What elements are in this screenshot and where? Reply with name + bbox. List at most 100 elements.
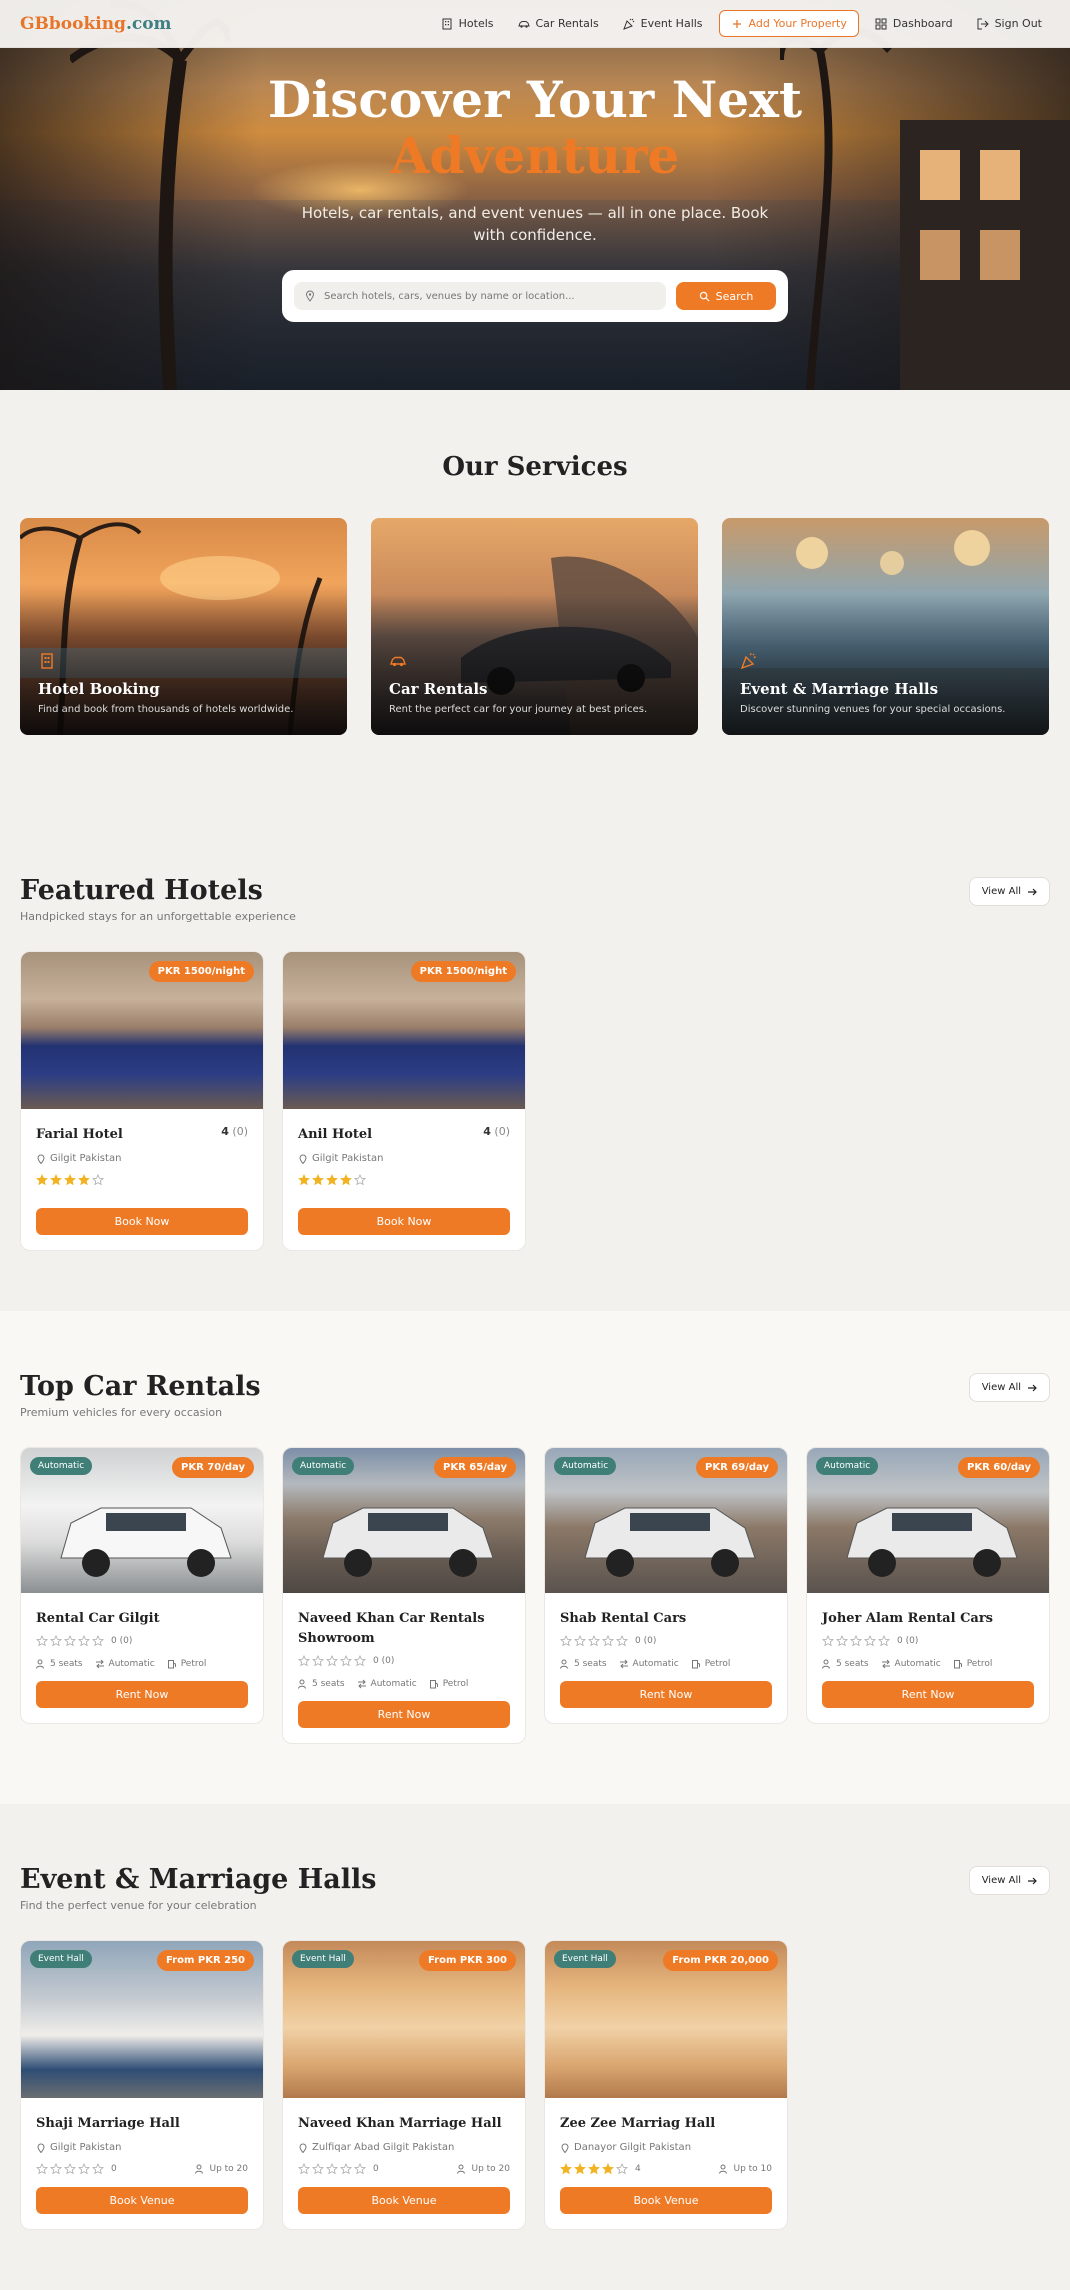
rent-now-button[interactable]: Rent Now: [36, 1681, 248, 1708]
hall-image: Event Hall From PKR 300: [283, 1941, 525, 2098]
hall-card[interactable]: Event Hall From PKR 20,000 Zee Zee Marriag…: [544, 1940, 788, 2230]
building-icon: [442, 18, 452, 29]
star-icon: [78, 1635, 90, 1647]
hero-title: Discover Your Next Adventure: [267, 70, 803, 185]
transmission-feature: Automatic: [95, 1659, 155, 1669]
search-input[interactable]: Search hotels, cars, venues by name or l…: [294, 282, 666, 310]
hall-name: Shaji Marriage Hall: [36, 2116, 180, 2131]
price-badge: PKR 65/day: [434, 1457, 516, 1478]
rent-now-button[interactable]: Rent Now: [560, 1681, 772, 1708]
service-card-hotel[interactable]: Hotel Booking Find and book from thousan…: [20, 518, 347, 735]
car-card[interactable]: Automatic PKR 65/day Naveed Khan Car Renta…: [282, 1447, 526, 1744]
nav-links: Hotels Car Rentals Event Halls Add Your …: [433, 10, 1050, 37]
hotel-card[interactable]: PKR 1500/night Anil Hotel 4 (0) Gilgit P…: [282, 951, 526, 1251]
car-features: 5 seats Automatic Petrol: [560, 1659, 772, 1669]
section-subtitle: Find the perfect venue for your celebrat…: [20, 1899, 257, 1912]
review-count: 0 (0): [897, 1636, 919, 1646]
nav-event-halls[interactable]: Event Halls: [615, 11, 711, 36]
view-all-halls-button[interactable]: View All: [968, 1866, 1050, 1895]
star-icon: [836, 1635, 848, 1647]
hall-image: Event Hall From PKR 20,000: [545, 1941, 787, 2098]
fuel-icon: [691, 1660, 700, 1669]
hotel-card[interactable]: PKR 1500/night Farial Hotel 4 (0) Gilgit…: [20, 951, 264, 1251]
nav-dashboard[interactable]: Dashboard: [867, 11, 961, 36]
star-icon: [92, 2163, 104, 2175]
service-title: Event & Marriage Halls: [740, 680, 939, 698]
view-all-hotels-button[interactable]: View All: [968, 877, 1050, 906]
hall-card[interactable]: Event Hall From PKR 300 Naveed Khan Marria…: [282, 1940, 526, 2230]
book-now-button[interactable]: Book Now: [36, 1208, 248, 1235]
hall-meta: 4 Up to 10: [560, 2163, 772, 2175]
section-title: Event & Marriage Halls: [20, 1864, 377, 1895]
star-icon: [92, 1174, 104, 1186]
service-card-car[interactable]: Car Rentals Rent the perfect car for you…: [371, 518, 698, 735]
car-card[interactable]: Automatic PKR 60/day Joher Alam Rental Car…: [806, 1447, 1050, 1724]
venue-type-tag: Event Hall: [554, 1950, 616, 1968]
event-halls-section: Event & Marriage Halls Find the perfect …: [0, 1804, 1070, 2290]
section-subtitle: Handpicked stays for an unforgettable ex…: [20, 910, 296, 923]
book-now-button[interactable]: Book Now: [298, 1208, 510, 1235]
search-placeholder: Search hotels, cars, venues by name or l…: [324, 290, 575, 302]
capacity: Up to 20: [457, 2164, 510, 2174]
nav-car-rentals[interactable]: Car Rentals: [510, 11, 607, 36]
star-icon: [588, 2163, 600, 2175]
view-all-cars-button[interactable]: View All: [968, 1373, 1050, 1402]
car-card[interactable]: Automatic PKR 70/day Rental Car Gilgit 0 (0…: [20, 1447, 264, 1724]
hotel-name: Farial Hotel: [36, 1127, 123, 1142]
star-icon: [354, 1655, 366, 1667]
car-icon: [517, 20, 530, 28]
hall-meta: 0 Up to 20: [36, 2163, 248, 2175]
star-icon: [340, 1655, 352, 1667]
fuel-feature: Petrol: [691, 1659, 730, 1669]
star-icon: [560, 1635, 572, 1647]
book-venue-button[interactable]: Book Venue: [298, 2187, 510, 2214]
capacity: Up to 20: [195, 2164, 248, 2174]
service-card-hall[interactable]: Event & Marriage Halls Discover stunning…: [722, 518, 1049, 735]
venue-type-tag: Event Hall: [292, 1950, 354, 1968]
rent-now-button[interactable]: Rent Now: [822, 1681, 1034, 1708]
section-header: Event & Marriage Halls Find the perfect …: [20, 1864, 1050, 1912]
nav-hotels[interactable]: Hotels: [433, 11, 502, 36]
hall-location: Danayor Gilgit Pakistan: [560, 2142, 772, 2153]
star-icon: [312, 2163, 324, 2175]
star-icon: [822, 1635, 834, 1647]
star-rating: 0 (0): [36, 1635, 248, 1647]
book-venue-button[interactable]: Book Venue: [36, 2187, 248, 2214]
sign-out-label: Sign Out: [994, 17, 1042, 30]
capacity: Up to 10: [719, 2164, 772, 2174]
users-icon: [719, 2164, 728, 2174]
seats-feature: 5 seats: [822, 1659, 869, 1669]
book-venue-button[interactable]: Book Venue: [560, 2187, 772, 2214]
car-icon: [390, 656, 406, 667]
transmission-feature: Automatic: [881, 1659, 941, 1669]
search-button[interactable]: Search: [676, 282, 776, 310]
service-info: Hotel Booking Find and book from thousan…: [38, 652, 329, 715]
suv-illustration: [584, 1507, 756, 1577]
hall-card[interactable]: Event Hall From PKR 250 Shaji Marriage Hal…: [20, 1940, 264, 2230]
car-card[interactable]: Automatic PKR 69/day Shab Rental Cars 0 (0)…: [544, 1447, 788, 1724]
fuel-feature: Petrol: [429, 1679, 468, 1689]
sign-out-icon: [977, 18, 989, 29]
arrow-right-icon: [1028, 1384, 1037, 1391]
car-name: Naveed Khan Car Rentals Showroom: [298, 1611, 485, 1646]
star-icon: [588, 1635, 600, 1647]
fuel-feature: Petrol: [953, 1659, 992, 1669]
price-badge: From PKR 300: [418, 1950, 516, 1971]
star-icon: [340, 2163, 352, 2175]
logo[interactable]: GBbooking.com: [20, 14, 172, 34]
price-badge: From PKR 20,000: [663, 1950, 778, 1971]
hotel-image: PKR 1500/night: [283, 952, 525, 1109]
location-pin-icon: [305, 290, 315, 302]
star-icon: [78, 1174, 90, 1186]
sign-out-button[interactable]: Sign Out: [969, 11, 1050, 36]
transmission-icon: [95, 1659, 104, 1669]
car-cards: Automatic PKR 70/day Rental Car Gilgit 0 (0…: [20, 1447, 1050, 1744]
star-rating: 0 (0): [560, 1635, 772, 1647]
price-badge: PKR 60/day: [958, 1457, 1040, 1478]
star-icon: [36, 2163, 48, 2175]
rent-now-button[interactable]: Rent Now: [298, 1701, 510, 1728]
car-name: Joher Alam Rental Cars: [822, 1611, 994, 1626]
party-icon: [740, 653, 756, 670]
nav-hotels-label: Hotels: [458, 17, 494, 30]
add-property-button[interactable]: Add Your Property: [718, 10, 859, 37]
